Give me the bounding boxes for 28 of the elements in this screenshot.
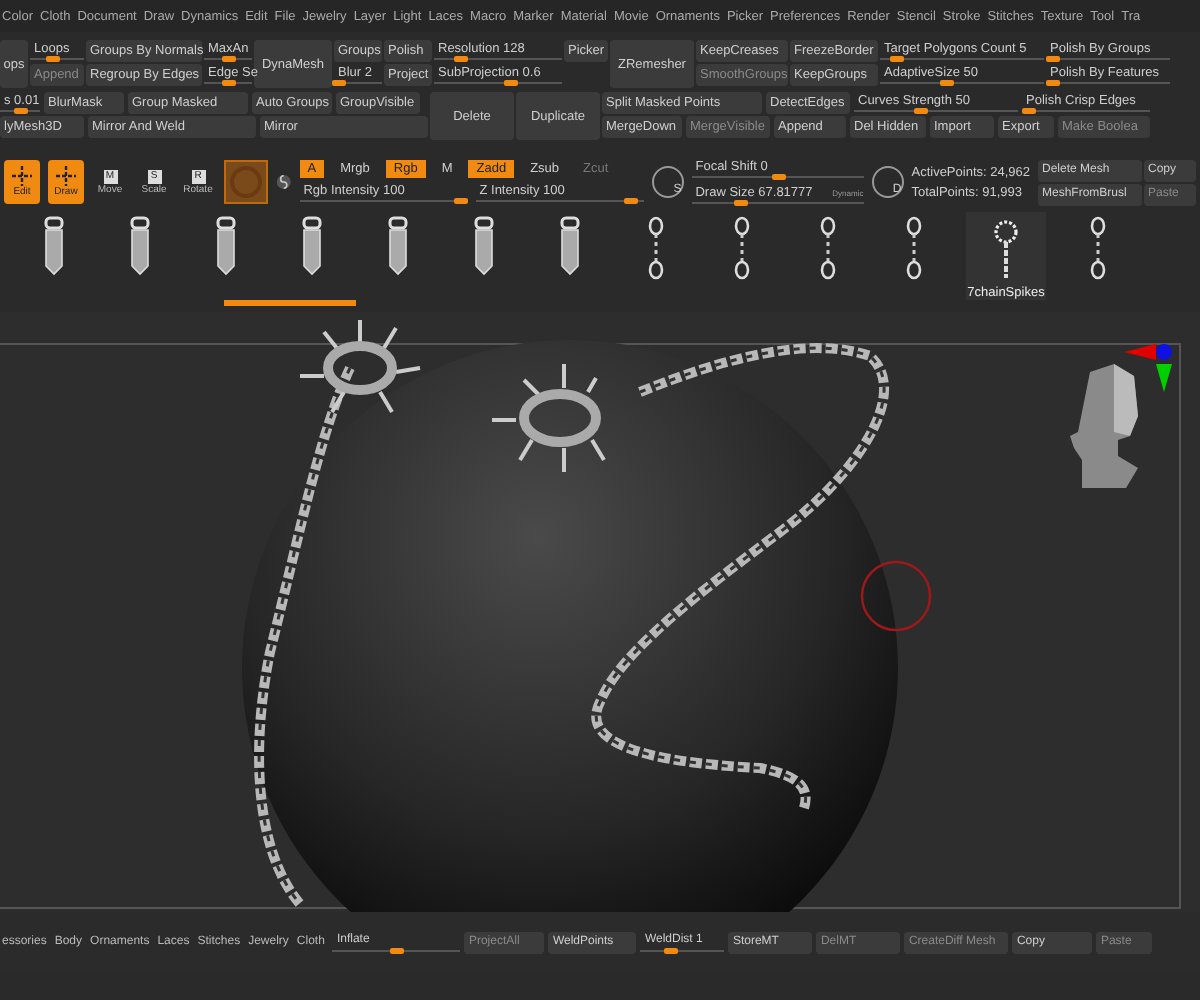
slider-thumb[interactable]: [890, 56, 905, 62]
sphere-mesh[interactable]: [242, 340, 898, 912]
slider-thumb[interactable]: [1022, 108, 1037, 114]
slider-thumb[interactable]: [390, 947, 405, 953]
slider-thumb[interactable]: [913, 108, 928, 114]
cross-icon: [54, 166, 78, 186]
material-swatch[interactable]: [224, 160, 268, 204]
slider-thumb[interactable]: [624, 198, 638, 204]
slider-thumb[interactable]: [504, 80, 519, 86]
slider-thumb[interactable]: [332, 80, 347, 86]
slider-thumb[interactable]: [771, 174, 786, 180]
head-gizmo-icon[interactable]: [1070, 344, 1172, 488]
slider-thumb[interactable]: [1046, 56, 1061, 62]
chain-drawing[interactable]: [254, 366, 355, 907]
spiked-chain-drawing[interactable]: [490, 343, 889, 809]
slider-thumb[interactable]: [664, 947, 679, 953]
slider-thumb[interactable]: [1046, 80, 1061, 86]
slider-thumb[interactable]: [453, 198, 468, 204]
spiked-ring-drawing[interactable]: [298, 318, 422, 414]
slider-thumb[interactable]: [222, 56, 236, 62]
slider-thumb[interactable]: [733, 200, 748, 206]
slider-thumb[interactable]: [939, 80, 954, 86]
slider-thumb[interactable]: [45, 56, 60, 62]
slider-thumb[interactable]: [222, 80, 236, 86]
slider-thumb[interactable]: [453, 56, 468, 62]
slider-thumb[interactable]: [14, 108, 28, 114]
brush-cursor-icon: [860, 560, 932, 632]
cross-icon: [10, 166, 34, 186]
